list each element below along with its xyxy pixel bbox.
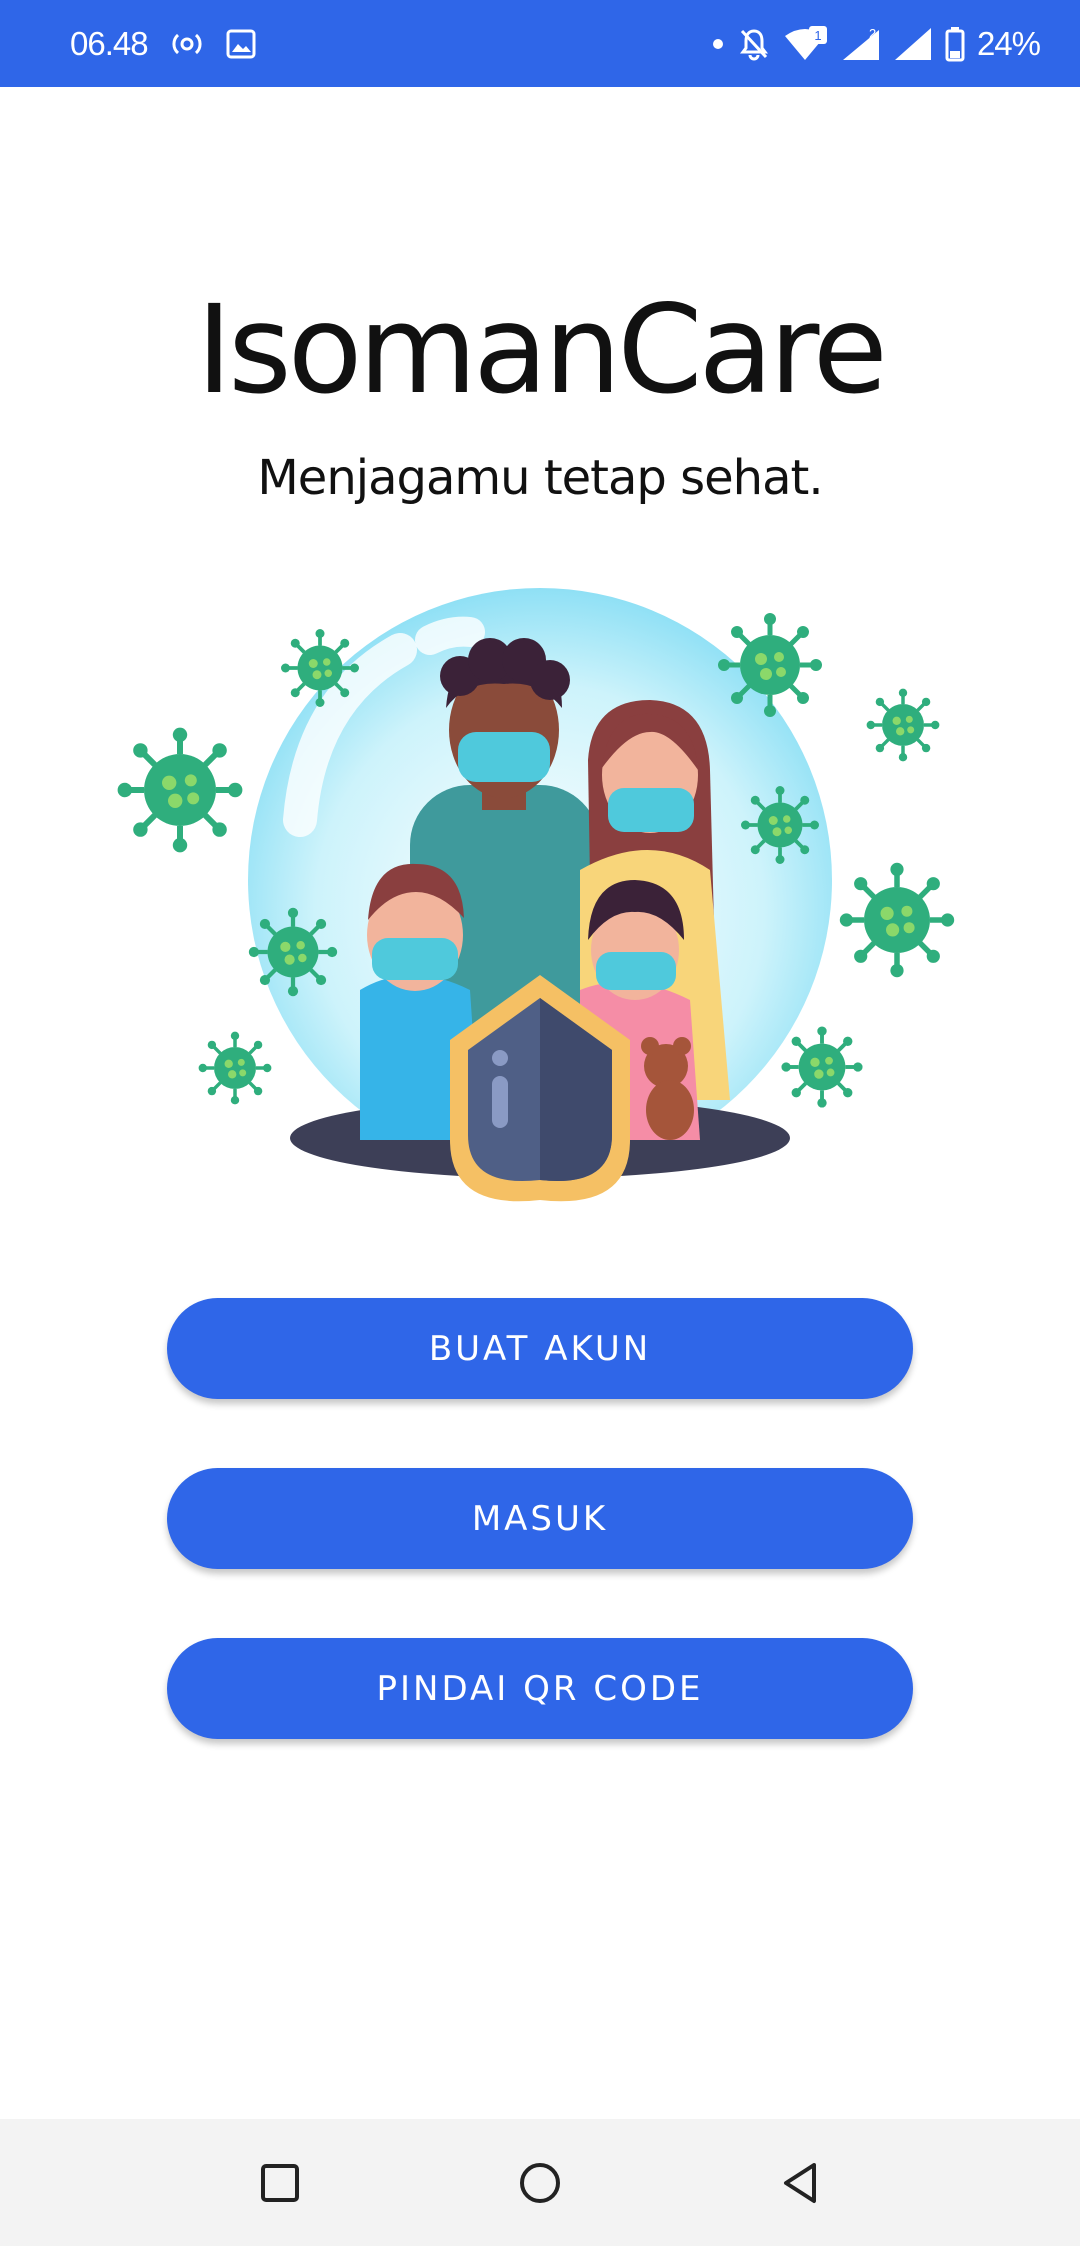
virus-icon bbox=[779, 1024, 865, 1110]
virus-icon bbox=[840, 863, 954, 977]
login-button[interactable]: MASUK bbox=[167, 1468, 913, 1569]
virus-icon bbox=[279, 627, 361, 709]
status-bar: 06.48 1 2 24% bbox=[0, 0, 1080, 87]
battery-icon bbox=[945, 26, 965, 62]
signal-icon bbox=[893, 26, 933, 62]
app-title: IsomanCare bbox=[196, 279, 888, 421]
virus-icon bbox=[739, 784, 821, 866]
back-icon[interactable] bbox=[760, 2143, 840, 2223]
signal-icon: 2 bbox=[839, 26, 881, 62]
bell-off-icon bbox=[737, 27, 771, 61]
virus-icon bbox=[118, 728, 243, 853]
wifi-icon: 1 bbox=[783, 25, 827, 62]
status-time: 06.48 bbox=[70, 24, 149, 62]
sim1-badge: 1 bbox=[814, 28, 821, 43]
radio-icon bbox=[170, 30, 204, 58]
virus-icon bbox=[718, 613, 822, 717]
scan-qr-code-button[interactable]: PINDAI QR CODE bbox=[167, 1638, 913, 1739]
virus-icon bbox=[864, 686, 942, 764]
navigation-bar bbox=[0, 2119, 1080, 2246]
status-left: 06.48 bbox=[70, 0, 256, 87]
virus-icon bbox=[196, 1029, 274, 1107]
battery-percentage: 24% bbox=[976, 24, 1041, 62]
recent-apps-icon[interactable] bbox=[240, 2143, 320, 2223]
app-tagline: Menjagamu tetap sehat. bbox=[257, 450, 823, 506]
family-mask-illustration bbox=[110, 588, 970, 1202]
status-right: 1 2 24% bbox=[711, 0, 1041, 87]
image-icon bbox=[226, 29, 256, 59]
sim2-badge: 2 bbox=[869, 26, 876, 41]
create-account-button[interactable]: BUAT AKUN bbox=[167, 1298, 913, 1399]
virus-icon bbox=[249, 908, 337, 996]
home-icon[interactable] bbox=[500, 2143, 580, 2223]
dot-icon bbox=[711, 37, 725, 51]
